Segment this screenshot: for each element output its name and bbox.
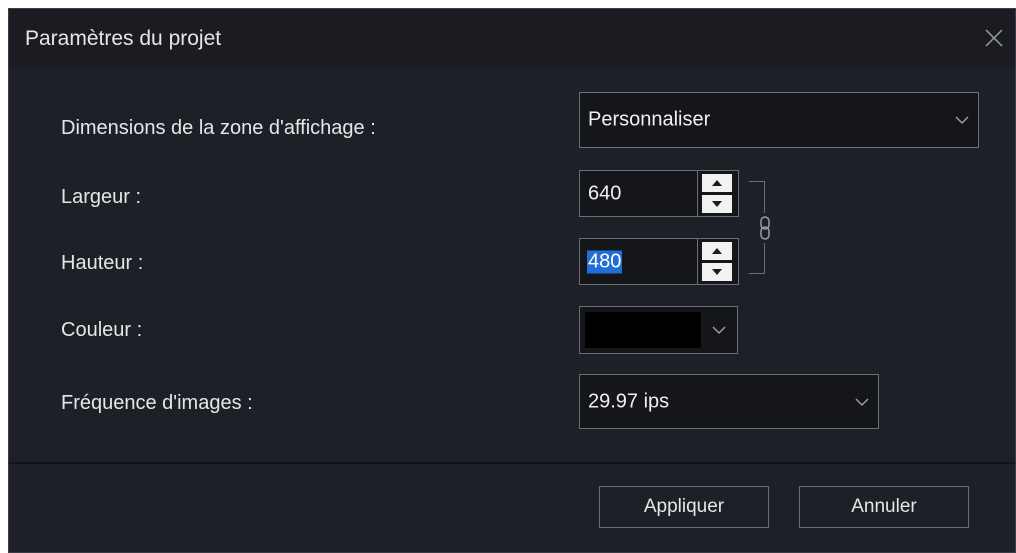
display-area-value: Personnaliser [588,108,711,131]
height-label: Hauteur : [61,252,144,274]
width-spinner [697,171,738,216]
cancel-button[interactable]: Annuler [799,486,969,528]
width-label: Largeur : [61,186,142,208]
chevron-down-icon [855,397,869,406]
footer-divider [9,462,1015,464]
color-label: Couleur : [61,319,143,341]
close-button[interactable] [977,21,1011,55]
height-input[interactable]: 480 [579,238,739,285]
width-increment-button[interactable] [702,174,732,192]
framerate-value: 29.97 ips [588,390,670,412]
display-area-label: Dimensions de la zone d'affichage : [61,117,376,139]
width-value: 640 [588,182,622,204]
arrow-down-icon [712,201,722,207]
framerate-label: Fréquence d'images : [61,392,253,414]
color-picker[interactable] [579,306,738,354]
arrow-up-icon [712,180,722,186]
height-decrement-button[interactable] [702,263,732,281]
arrow-up-icon [712,248,722,254]
height-spinner [697,239,738,284]
title-bar: Paramètres du projet [9,9,1015,67]
height-value: 480 [587,250,623,273]
apply-button[interactable]: Appliquer [599,486,769,528]
framerate-select[interactable]: 29.97 ips [579,374,879,429]
height-increment-button[interactable] [702,242,732,260]
dialog-title: Paramètres du projet [25,27,222,50]
width-input[interactable]: 640 [579,170,739,217]
aspect-lock-toggle[interactable] [756,213,774,243]
chevron-down-icon [955,116,969,125]
project-settings-dialog: Paramètres du projet Dimensions de la zo… [8,8,1016,553]
color-swatch [585,312,701,348]
close-icon [985,29,1003,47]
arrow-down-icon [712,269,722,275]
chain-link-icon [760,216,770,240]
width-decrement-button[interactable] [702,195,732,213]
chevron-down-icon [712,326,726,335]
display-area-select[interactable]: Personnaliser [579,92,979,148]
